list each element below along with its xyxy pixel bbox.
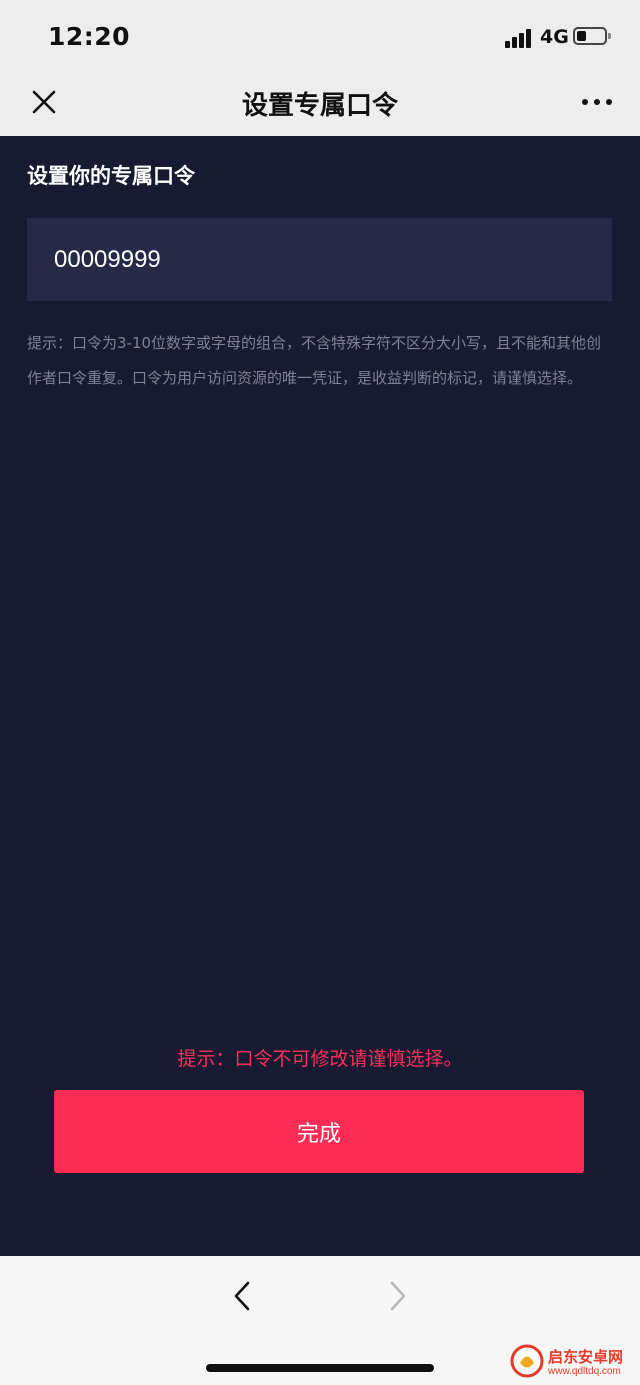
main-content: 设置你的专属口令 提示：口令为3-10位数字或字母的组合，不含特殊字符不区分大小… xyxy=(0,136,640,1256)
chevron-right-icon[interactable] xyxy=(380,1276,416,1316)
nav-bar: 设置专属口令 xyxy=(0,70,640,136)
more-icon[interactable] xyxy=(576,84,618,120)
warning-text: 提示：口令不可修改请谨慎选择。 xyxy=(177,1048,463,1070)
hint-text: 提示：口令为3-10位数字或字母的组合，不含特殊字符不区分大小写，且不能和其他创… xyxy=(27,334,602,387)
watermark-logo-icon xyxy=(510,1344,544,1378)
status-bar: 12:20 4G xyxy=(0,0,640,70)
battery-low-icon xyxy=(573,27,611,45)
watermark: 启东安卓网 www.qdltdq.com xyxy=(508,1342,638,1382)
chevron-left-icon[interactable] xyxy=(225,1276,261,1316)
code-input[interactable] xyxy=(27,218,612,301)
network-label: 4G xyxy=(540,26,569,48)
code-input-container xyxy=(27,218,612,301)
home-indicator[interactable] xyxy=(206,1364,434,1372)
watermark-url: www.qdltdq.com xyxy=(548,1366,621,1377)
status-time: 12:20 xyxy=(48,22,131,51)
section-title: 设置你的专属口令 xyxy=(27,164,195,188)
watermark-name: 启东安卓网 xyxy=(548,1348,624,1366)
signal-icon xyxy=(505,28,535,48)
done-button[interactable]: 完成 xyxy=(54,1090,584,1173)
page-title: 设置专属口令 xyxy=(241,91,398,121)
